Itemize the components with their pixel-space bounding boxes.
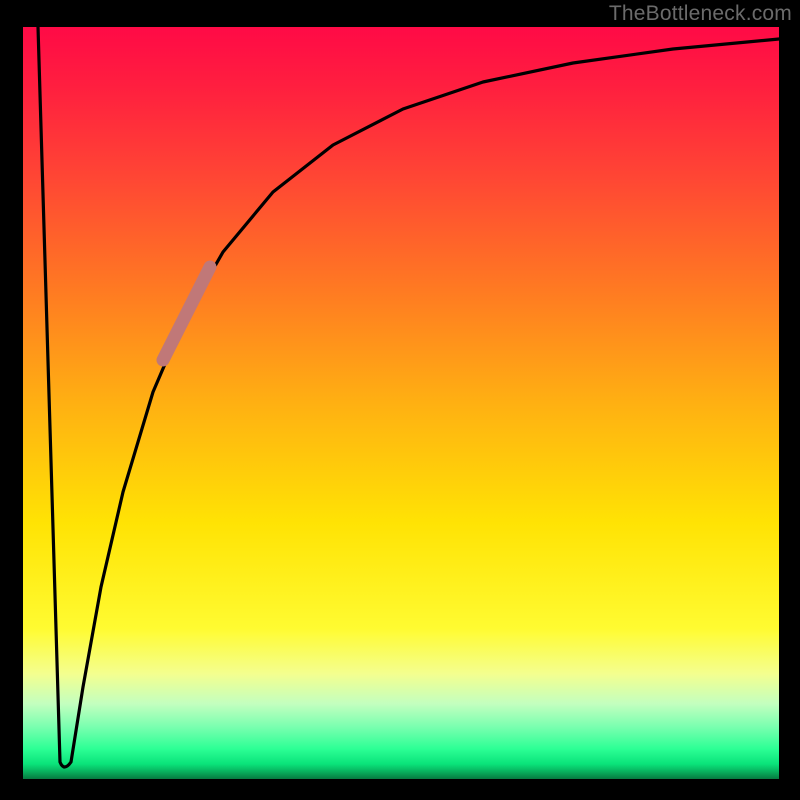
watermark-text: TheBottleneck.com	[609, 2, 792, 26]
highlight-segment	[163, 267, 210, 360]
curve-overlay	[23, 27, 779, 779]
bottleneck-curve	[38, 27, 779, 767]
chart-frame: TheBottleneck.com	[0, 0, 800, 800]
plot-area	[23, 27, 779, 779]
